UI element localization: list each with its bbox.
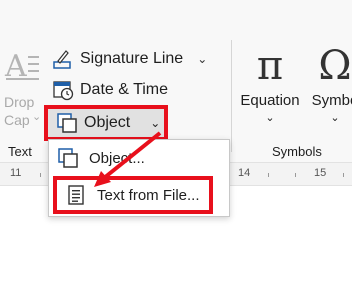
text-file-icon <box>68 185 84 205</box>
svg-text:A: A <box>4 49 27 82</box>
ribbon: A Drop Cap ⌄ Signature Line ⌄ Date & Tim… <box>0 0 352 162</box>
object-chevron-icon[interactable]: ⌄ <box>150 116 160 130</box>
signature-line-chevron-icon[interactable]: ⌄ <box>197 52 207 66</box>
group-divider <box>231 40 232 152</box>
object-dropdown-menu: Object... Text from File... <box>48 139 230 217</box>
drop-cap-chevron-icon: ⌄ <box>32 111 42 123</box>
equation-chevron-icon: ⌄ <box>265 112 275 124</box>
equation-button[interactable]: π Equation ⌄ <box>238 44 302 124</box>
ruler-tick <box>268 173 269 177</box>
ruler-number: 14 <box>238 167 251 179</box>
ruler-tick <box>40 173 41 177</box>
date-time-label: Date & Time <box>80 81 169 98</box>
omega-icon: Ω <box>318 43 352 89</box>
date-time-button[interactable]: Date & Time <box>52 76 168 104</box>
menu-item-text-from-file-label: Text from File... <box>97 186 200 204</box>
drop-cap-label-line2: Cap <box>4 112 30 128</box>
ruler-tick <box>295 173 296 177</box>
signature-line-icon <box>53 50 71 69</box>
object-icon <box>57 113 77 133</box>
menu-item-object-label: Object... <box>89 149 145 167</box>
symbol-chevron-icon: ⌄ <box>330 112 340 124</box>
symbols-group-label: Symbols <box>272 144 322 159</box>
object-label: Object <box>84 114 131 131</box>
ruler-number: 15 <box>314 167 327 179</box>
signature-line-button[interactable]: Signature Line ⌄ <box>52 45 207 73</box>
text-group-label: Text <box>8 144 32 159</box>
pi-icon: π <box>256 43 284 89</box>
object-icon <box>58 148 78 168</box>
signature-line-label: Signature Line <box>80 50 184 67</box>
symbol-button[interactable]: Ω Symbo ⌄ <box>305 44 352 124</box>
date-time-icon <box>53 81 74 101</box>
symbol-label: Symbo <box>311 92 352 109</box>
ruler-tick <box>343 173 344 177</box>
drop-cap-button[interactable]: A Drop Cap ⌄ <box>0 44 44 134</box>
equation-label: Equation <box>240 92 300 109</box>
drop-cap-icon: A <box>4 49 39 82</box>
drop-cap-label-line1: Drop <box>4 94 35 110</box>
ruler-number: 11 <box>10 167 22 179</box>
menu-item-object[interactable]: Object... <box>57 143 145 173</box>
object-button[interactable]: Object ⌄ <box>44 105 168 141</box>
menu-item-text-from-file[interactable]: Text from File... <box>53 176 213 214</box>
